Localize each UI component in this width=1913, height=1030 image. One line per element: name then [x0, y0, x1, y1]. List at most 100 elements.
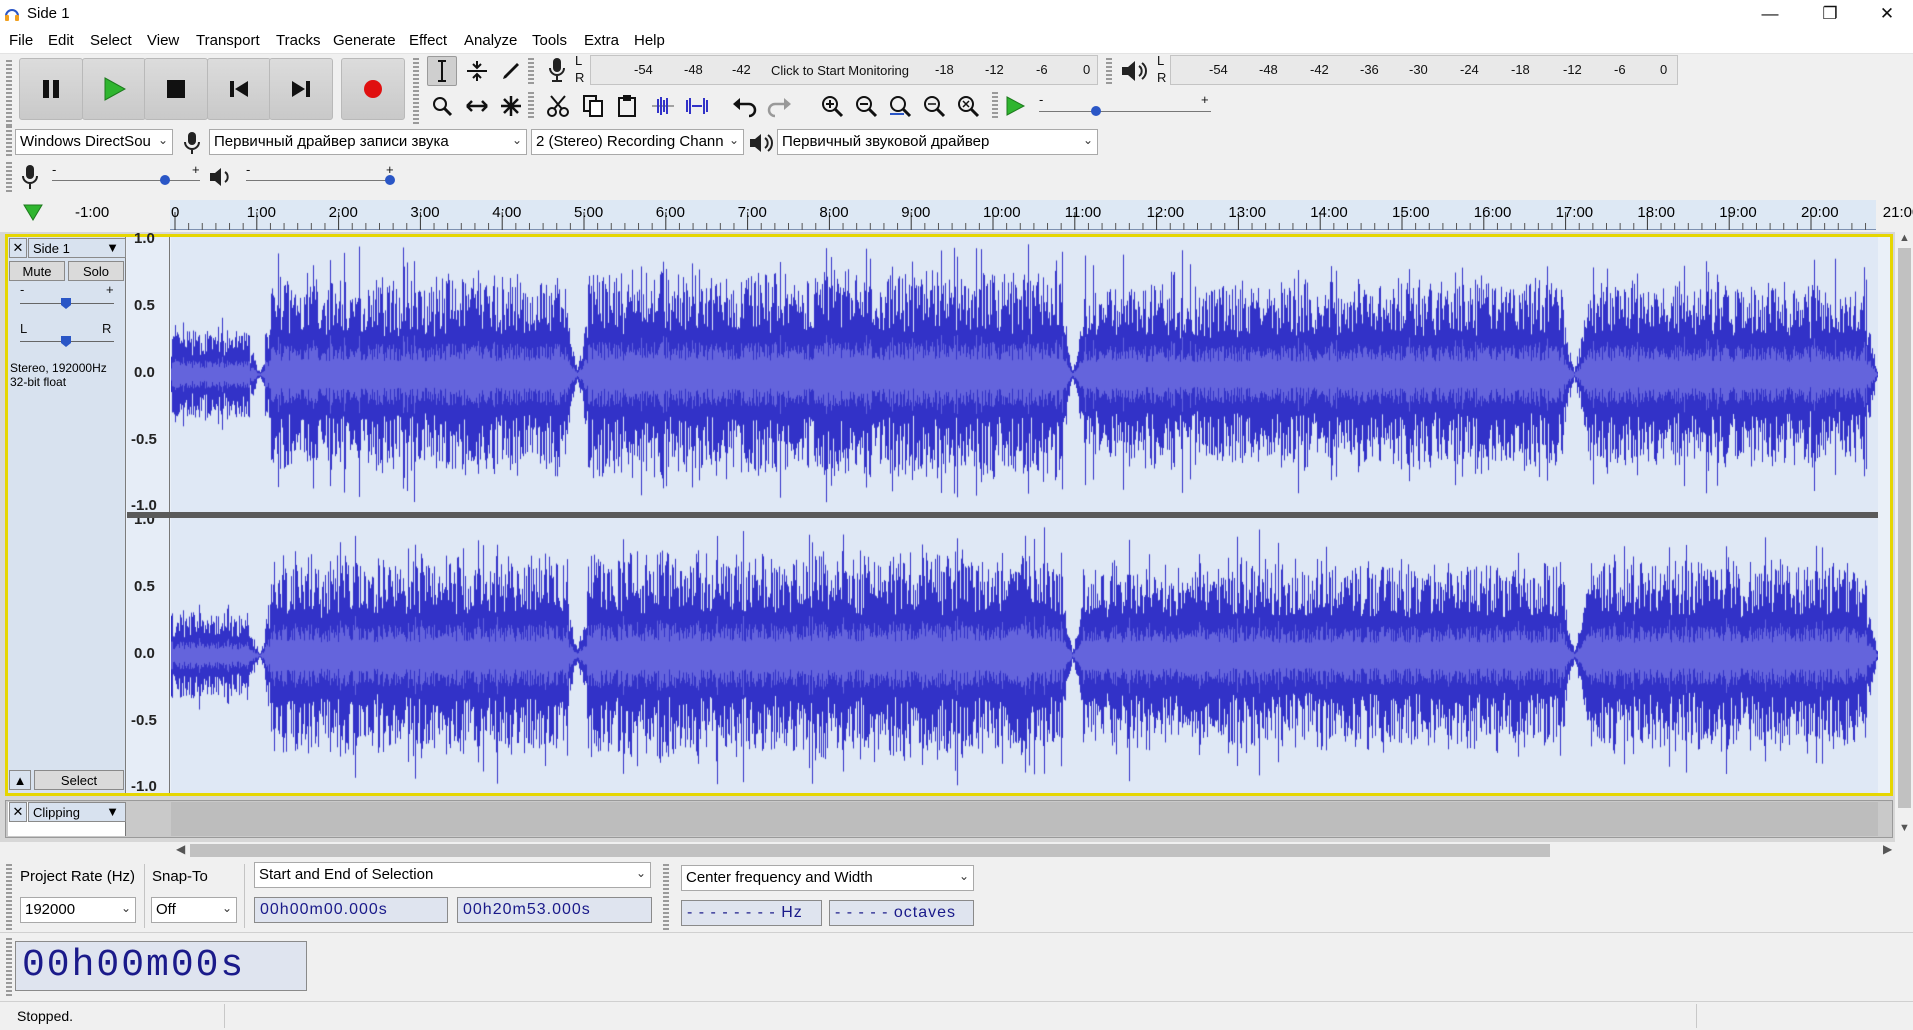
gain-slider-thumb[interactable] — [60, 297, 72, 310]
speaker-icon[interactable] — [1120, 58, 1148, 84]
toolbar-grip[interactable] — [663, 864, 669, 930]
recording-channels-dropdown[interactable]: 2 (Stereo) Recording Chann ⌄ — [531, 129, 744, 155]
playback-device-dropdown[interactable]: Первичный звуковой драйвер ⌄ — [777, 129, 1098, 155]
zoom-tool-icon[interactable] — [427, 91, 457, 121]
vertical-scrollbar-thumb[interactable] — [1898, 248, 1911, 808]
zoom-toggle-icon[interactable] — [953, 91, 983, 121]
track-name-menu[interactable]: Side 1 ▼ — [28, 238, 126, 258]
restore-icon[interactable]: ❐ — [1807, 0, 1853, 28]
center-frequency-field[interactable]: - - - - - - - - Hz — [681, 900, 822, 926]
spectral-mode-dropdown[interactable]: Center frequency and Width ⌄ — [681, 865, 974, 891]
bandwidth-field[interactable]: - - - - - octaves — [829, 900, 974, 926]
cut-icon[interactable] — [543, 91, 573, 121]
playback-volume-thumb[interactable] — [383, 173, 397, 187]
play-button[interactable] — [82, 58, 146, 120]
playback-volume-slider[interactable] — [246, 180, 394, 181]
menu-view[interactable]: View — [147, 32, 179, 49]
menu-analyze[interactable]: Analyze — [464, 32, 517, 49]
collapse-track-icon[interactable]: ▲ — [9, 770, 31, 790]
selection-mode-dropdown[interactable]: Start and End of Selection ⌄ — [254, 862, 651, 888]
toolbar-grip[interactable] — [6, 126, 12, 156]
multi-tool-icon[interactable] — [496, 91, 526, 121]
menu-transport[interactable]: Transport — [196, 32, 260, 49]
chevron-down-icon: ⌄ — [958, 869, 969, 883]
toolbar-grip[interactable] — [6, 864, 12, 930]
selection-tool-icon[interactable] — [427, 56, 457, 86]
toolbar-grip[interactable] — [528, 92, 534, 120]
toolbar-grip[interactable] — [413, 58, 419, 124]
close-label-track-icon[interactable]: ✕ — [9, 802, 27, 822]
recording-volume-thumb[interactable] — [158, 173, 172, 187]
menu-extra[interactable]: Extra — [584, 32, 619, 49]
fit-project-icon[interactable] — [919, 91, 949, 121]
selection-mode-value: Start and End of Selection — [259, 866, 434, 883]
label-track-area[interactable] — [171, 802, 1878, 836]
redo-icon[interactable] — [764, 91, 794, 121]
recording-volume-slider[interactable] — [52, 180, 200, 181]
toolbar-grip[interactable] — [6, 162, 12, 192]
meter-scale-label: -24 — [1460, 62, 1479, 77]
toolbar-grip[interactable] — [992, 92, 998, 120]
minimize-icon[interactable]: — — [1747, 0, 1793, 28]
record-button[interactable] — [341, 58, 405, 120]
fit-selection-icon[interactable] — [885, 91, 915, 121]
menu-tracks[interactable]: Tracks — [276, 32, 320, 49]
snap-to-dropdown[interactable]: Off ⌄ — [151, 897, 237, 923]
play-at-speed-icon[interactable] — [1000, 91, 1030, 121]
recording-device-dropdown[interactable]: Первичный драйвер записи звука ⌄ — [209, 129, 527, 155]
recording-device-value: Первичный драйвер записи звука — [214, 133, 449, 150]
zoom-in-icon[interactable] — [817, 91, 847, 121]
toolbar-grip[interactable] — [1106, 58, 1112, 86]
menu-effect[interactable]: Effect — [409, 32, 447, 49]
zoom-out-icon[interactable] — [851, 91, 881, 121]
scroll-left-icon[interactable]: ◀ — [176, 842, 185, 856]
horizontal-scrollbar-thumb[interactable] — [190, 844, 1550, 857]
time-shift-tool-icon[interactable] — [462, 91, 492, 121]
scroll-right-icon[interactable]: ▶ — [1883, 842, 1892, 856]
stop-button[interactable] — [144, 58, 208, 120]
pan-slider-thumb[interactable] — [60, 335, 72, 348]
toolbar-grip[interactable] — [6, 60, 12, 126]
waveform[interactable] — [171, 237, 1878, 793]
label-track-name-menu[interactable]: Clipping ▼ — [28, 802, 126, 822]
paste-icon[interactable] — [612, 91, 642, 121]
undo-icon[interactable] — [730, 91, 760, 121]
pause-button[interactable] — [19, 58, 83, 120]
select-track-button[interactable]: Select — [34, 770, 124, 790]
menu-edit[interactable]: Edit — [48, 32, 74, 49]
playback-speed-slider[interactable] — [1039, 111, 1211, 112]
draw-tool-icon[interactable] — [496, 56, 526, 86]
selection-start-time[interactable]: 00h00m00.000s — [254, 897, 448, 923]
toolbar-grip[interactable] — [6, 938, 12, 998]
close-track-icon[interactable]: ✕ — [9, 238, 27, 258]
meter-scale-label: -18 — [935, 62, 954, 77]
timeline-options-icon[interactable] — [22, 202, 44, 222]
audio-host-dropdown[interactable]: Windows DirectSou ⌄ — [15, 129, 173, 155]
toolbar-grip[interactable] — [528, 58, 534, 86]
trim-audio-icon[interactable] — [648, 91, 678, 121]
mute-button[interactable]: Mute — [9, 261, 65, 281]
time-display[interactable]: 00h00m00s — [15, 941, 307, 991]
window-title: Side 1 — [27, 5, 70, 22]
scroll-up-icon[interactable]: ▲ — [1899, 232, 1910, 244]
playback-speed-thumb[interactable] — [1089, 104, 1103, 118]
close-icon[interactable]: ✕ — [1864, 0, 1910, 28]
solo-button[interactable]: Solo — [68, 261, 124, 281]
menu-file[interactable]: File — [9, 32, 33, 49]
copy-icon[interactable] — [578, 91, 608, 121]
monitor-text[interactable]: Click to Start Monitoring — [771, 63, 909, 78]
selection-end-time[interactable]: 00h20m53.000s — [457, 897, 652, 923]
skip-to-end-button[interactable] — [269, 58, 333, 120]
menu-select[interactable]: Select — [90, 32, 132, 49]
microphone-icon[interactable] — [545, 56, 569, 84]
chevron-down-icon: ▼ — [106, 240, 119, 255]
scroll-down-icon[interactable]: ▼ — [1899, 822, 1910, 834]
menu-generate[interactable]: Generate — [333, 32, 396, 49]
menu-help[interactable]: Help — [634, 32, 665, 49]
track-bit-depth: 32-bit float — [10, 375, 67, 389]
skip-to-start-button[interactable] — [207, 58, 271, 120]
silence-audio-icon[interactable] — [682, 91, 712, 121]
project-rate-dropdown[interactable]: 192000 ⌄ — [20, 897, 136, 923]
envelope-tool-icon[interactable] — [462, 56, 492, 86]
menu-tools[interactable]: Tools — [532, 32, 567, 49]
